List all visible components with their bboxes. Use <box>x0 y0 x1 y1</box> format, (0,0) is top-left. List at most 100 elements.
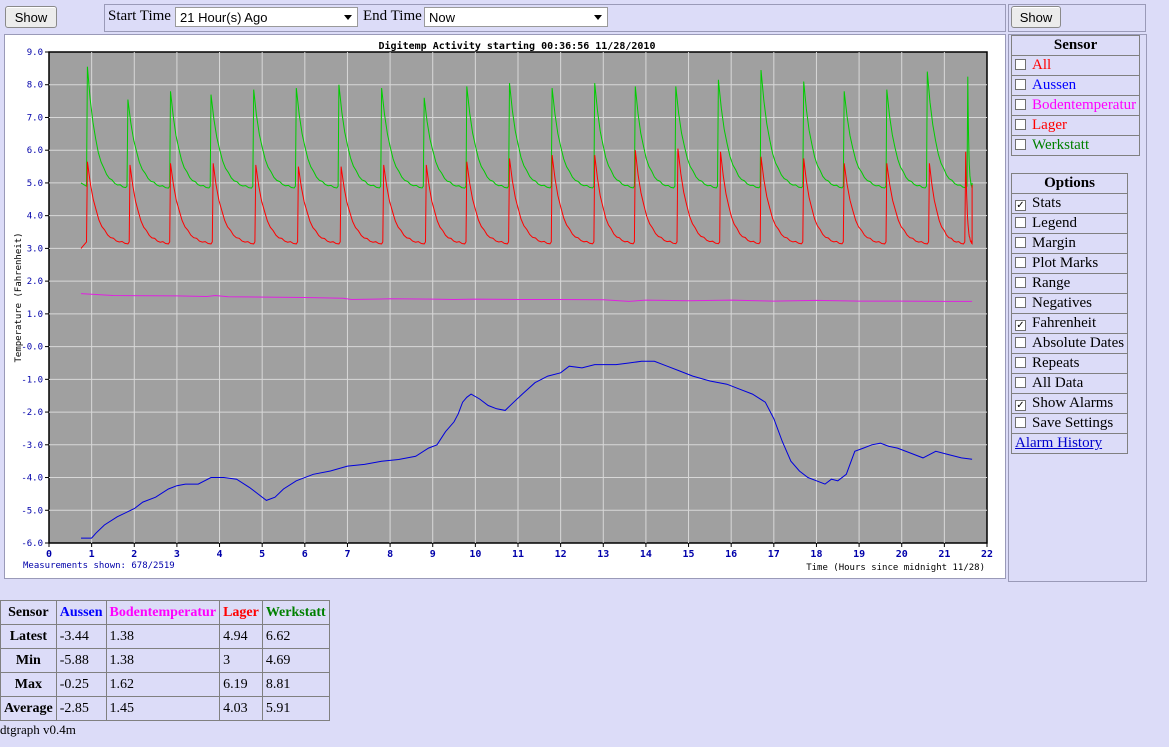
chart-title: Digitemp Activity starting 00:36:56 11/2… <box>379 40 656 52</box>
checkbox-icon[interactable] <box>1015 277 1026 288</box>
checkbox-checked-icon[interactable]: ✓ <box>1015 320 1026 331</box>
version-footer: dtgraph v0.4m <box>0 722 76 737</box>
checkbox-icon[interactable] <box>1015 257 1026 268</box>
stats-table: Sensor Aussen Bodentemperatur Lager Werkstat… <box>0 600 330 721</box>
stats-row-label: Latest <box>0 624 57 649</box>
sensor-item-lager[interactable]: Lager <box>1010 115 1141 136</box>
stats-header-row: Sensor Aussen Bodentemperatur Lager Werkstat… <box>0 600 330 625</box>
option-fahrenheit[interactable]: ✓ Fahrenheit <box>1010 313 1129 334</box>
stats-row: Max -0.25 1.62 6.19 8.81 <box>0 672 330 697</box>
stats-cell: 6.19 <box>219 672 263 697</box>
x-tick-label: 12 <box>555 549 567 560</box>
checkbox-checked-icon[interactable]: ✓ <box>1015 200 1026 211</box>
checkbox-icon[interactable] <box>1015 139 1026 150</box>
option-margin[interactable]: Margin <box>1010 233 1129 254</box>
option-label: Stats <box>1032 195 1062 211</box>
checkbox-icon[interactable] <box>1015 217 1026 228</box>
option-row: Legend <box>1010 213 1129 234</box>
option-plot-marks[interactable]: Plot Marks <box>1010 253 1129 274</box>
option-row: Margin <box>1010 233 1129 254</box>
x-tick-label: 13 <box>597 549 609 560</box>
option-save-settings[interactable]: Save Settings <box>1010 413 1129 434</box>
options-header: Options <box>1010 173 1129 194</box>
x-tick-label: 22 <box>981 549 993 560</box>
y-tick-label: 6.0 <box>27 146 43 156</box>
option-all-data[interactable]: All Data <box>1010 373 1129 394</box>
option-label: Save Settings <box>1032 415 1114 431</box>
start-time-select[interactable]: 21 Hour(s) Ago <box>175 7 358 27</box>
sensor-item-label: All <box>1032 57 1052 73</box>
y-tick-label: 9.0 <box>27 48 43 58</box>
checkbox-icon[interactable] <box>1015 59 1026 70</box>
sensor-table: Sensor All Aussen Bodentemperatur Lager Werk… <box>1010 35 1141 156</box>
chevron-down-icon <box>594 15 602 20</box>
alarm-history-cell: Alarm History <box>1010 433 1129 454</box>
checkbox-icon[interactable] <box>1015 357 1026 368</box>
sensor-item-werkstatt[interactable]: Werkstatt <box>1010 135 1141 156</box>
stats-cell: 4.94 <box>219 624 263 649</box>
x-tick-label: 7 <box>344 549 350 560</box>
option-row: Negatives <box>1010 293 1129 314</box>
options-table: Options ✓ Stats Legend Margin Plot Marks Rang… <box>1010 173 1129 454</box>
x-tick-label: 17 <box>768 549 780 560</box>
option-legend[interactable]: Legend <box>1010 213 1129 234</box>
sensor-item-label: Werkstatt <box>1032 137 1090 153</box>
sensor-item-all[interactable]: All <box>1010 55 1141 76</box>
x-tick-label: 14 <box>640 549 652 560</box>
y-tick-label: -6.0 <box>21 539 43 549</box>
checkbox-icon[interactable] <box>1015 337 1026 348</box>
option-row: ✓ Show Alarms <box>1010 393 1129 414</box>
alarm-history-link[interactable]: Alarm History <box>1015 435 1102 451</box>
sensor-row: Bodentemperatur <box>1010 95 1141 116</box>
option-stats[interactable]: ✓ Stats <box>1010 193 1129 214</box>
checkbox-icon[interactable] <box>1015 79 1026 90</box>
option-repeats[interactable]: Repeats <box>1010 353 1129 374</box>
option-row: ✓ Fahrenheit <box>1010 313 1129 334</box>
stats-cell: -2.85 <box>55 696 107 721</box>
checkbox-icon[interactable] <box>1015 119 1026 130</box>
y-tick-label: -5.0 <box>21 506 43 516</box>
option-label: Repeats <box>1032 355 1080 371</box>
option-label: Legend <box>1032 215 1077 231</box>
option-row: Range <box>1010 273 1129 294</box>
option-row: All Data <box>1010 373 1129 394</box>
option-negatives[interactable]: Negatives <box>1010 293 1129 314</box>
x-tick-label: 2 <box>131 549 137 560</box>
stats-row: Min -5.88 1.38 3 4.69 <box>0 648 330 673</box>
option-absolute-dates[interactable]: Absolute Dates <box>1010 333 1129 354</box>
stats-cell: 1.38 <box>105 648 221 673</box>
checkbox-checked-icon[interactable]: ✓ <box>1015 400 1026 411</box>
checkbox-icon[interactable] <box>1015 297 1026 308</box>
end-time-select[interactable]: Now <box>424 7 608 27</box>
sensor-item-label: Aussen <box>1032 77 1077 93</box>
stats-cell: -0.25 <box>55 672 107 697</box>
y-tick-label: -2.0 <box>21 408 43 418</box>
sensor-item-label: Lager <box>1032 117 1067 133</box>
show-button-right[interactable]: Show <box>1011 6 1061 28</box>
sensor-item-aussen[interactable]: Aussen <box>1010 75 1141 96</box>
stats-header-cell: Bodentemperatur <box>105 600 221 625</box>
x-tick-label: 9 <box>430 549 436 560</box>
option-label: Show Alarms <box>1032 395 1114 411</box>
option-show-alarms[interactable]: ✓ Show Alarms <box>1010 393 1129 414</box>
checkbox-icon[interactable] <box>1015 237 1026 248</box>
sensor-row: Lager <box>1010 115 1141 136</box>
option-label: Fahrenheit <box>1032 315 1097 331</box>
option-row: Save Settings <box>1010 413 1129 434</box>
checkbox-icon[interactable] <box>1015 99 1026 110</box>
checkbox-icon[interactable] <box>1015 417 1026 428</box>
sensor-item-bodentemperatur[interactable]: Bodentemperatur <box>1010 95 1141 116</box>
option-label: All Data <box>1032 375 1084 391</box>
y-tick-label: 8.0 <box>27 81 43 91</box>
stats-cell: 1.38 <box>105 624 221 649</box>
checkbox-icon[interactable] <box>1015 377 1026 388</box>
x-tick-label: 20 <box>896 549 908 560</box>
y-tick-label: -0.0 <box>21 343 43 353</box>
x-tick-label: 4 <box>217 549 223 560</box>
stats-cell: 4.69 <box>261 648 330 673</box>
x-tick-label: 5 <box>259 549 265 560</box>
option-range[interactable]: Range <box>1010 273 1129 294</box>
stats-header-cell: Werkstatt <box>261 600 330 625</box>
sensor-row: All <box>1010 55 1141 76</box>
show-button-left[interactable]: Show <box>5 6 57 28</box>
